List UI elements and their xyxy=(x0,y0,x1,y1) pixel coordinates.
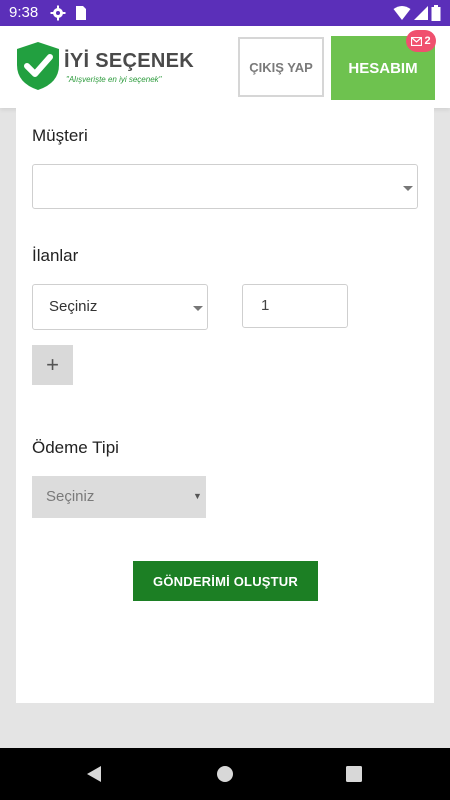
listing-select[interactable]: Seçiniz xyxy=(32,284,208,330)
settings-icon xyxy=(50,5,66,21)
customer-label: Müşteri xyxy=(32,126,88,145)
system-nav-bar xyxy=(0,748,450,800)
listing-select-value: Seçiniz xyxy=(49,298,98,315)
status-bar: 9:38 xyxy=(0,0,450,26)
add-listing-button[interactable]: + xyxy=(32,345,73,385)
message-count: 2 xyxy=(424,35,431,47)
brand-slogan: "Alışverişte en iyi seçenek" xyxy=(66,75,162,84)
listings-label: İlanlar xyxy=(32,246,79,265)
wifi-icon xyxy=(393,6,411,20)
signal-icon xyxy=(414,6,428,20)
home-icon[interactable] xyxy=(216,765,234,783)
dropdown-arrow-icon: ▼ xyxy=(193,491,202,501)
recents-icon[interactable] xyxy=(346,766,362,782)
messages-badge[interactable]: 2 xyxy=(406,30,436,52)
logout-button[interactable]: ÇIKIŞ YAP xyxy=(238,37,324,97)
chevron-down-icon xyxy=(403,186,413,191)
quantity-input[interactable]: 1 xyxy=(242,284,348,328)
payment-type-label: Ödeme Tipi xyxy=(32,438,119,457)
status-time: 9:38 xyxy=(9,4,39,21)
sd-card-icon xyxy=(76,6,86,20)
create-shipment-button[interactable]: GÖNDERİMİ OLUŞTUR xyxy=(133,561,318,601)
app-header: İYİ SEÇENEK "Alışverişte en iyi seçenek"… xyxy=(0,26,450,108)
battery-icon xyxy=(431,5,441,21)
chevron-down-icon xyxy=(193,306,203,311)
account-label: HESABIM xyxy=(348,59,418,77)
back-icon[interactable] xyxy=(86,765,102,783)
customer-select[interactable] xyxy=(32,164,418,209)
shield-check-icon xyxy=(17,42,59,90)
brand-name: İYİ SEÇENEK xyxy=(64,50,194,72)
payment-type-select[interactable]: Seçiniz xyxy=(32,476,206,518)
mail-icon xyxy=(411,36,423,46)
